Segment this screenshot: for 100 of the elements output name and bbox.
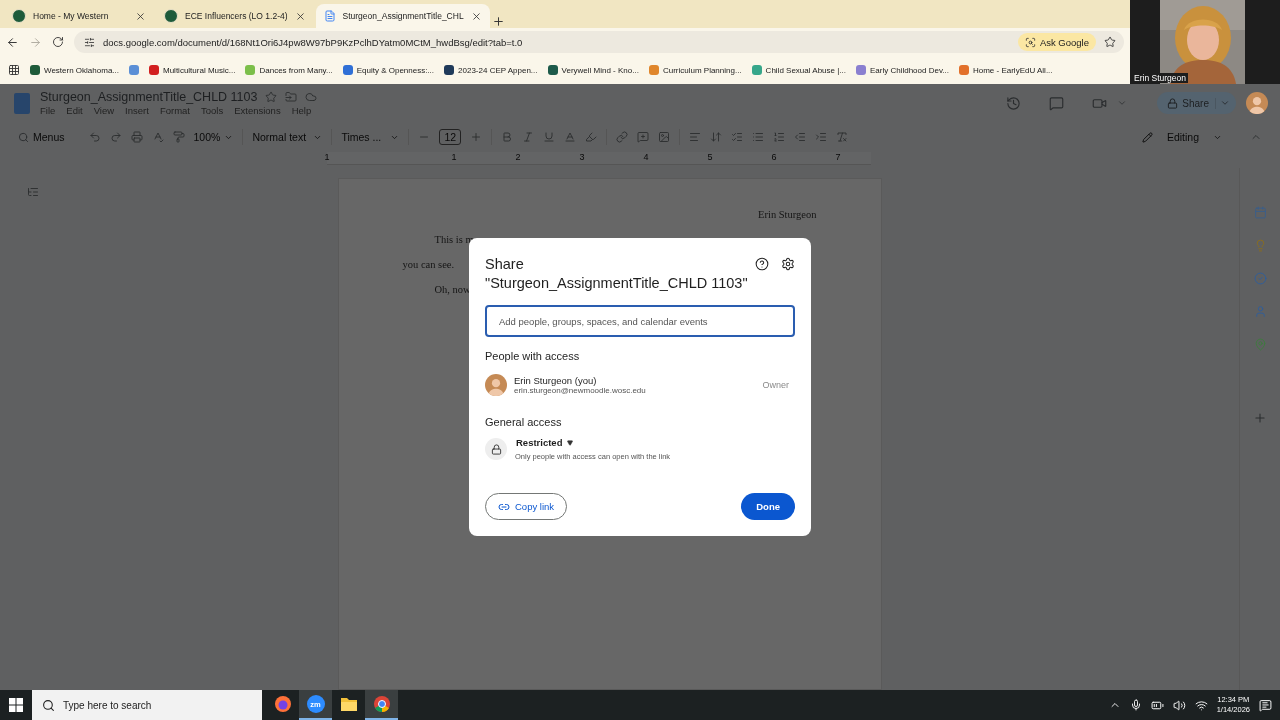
close-icon[interactable] <box>294 10 306 22</box>
ruler-number: 6 <box>771 152 777 163</box>
indent-increase-icon[interactable] <box>815 131 828 143</box>
image-icon[interactable] <box>658 131 671 143</box>
line-spacing-icon[interactable] <box>710 131 723 143</box>
network-icon[interactable] <box>1194 698 1208 712</box>
italic-icon[interactable] <box>522 131 535 143</box>
access-dropdown[interactable]: Restricted <box>516 437 671 448</box>
section-heading: General access <box>485 416 563 428</box>
bookmark[interactable]: Dances from Many... <box>245 65 333 75</box>
bookmark-label: Western Oklahoma... <box>44 65 119 75</box>
highlight-icon[interactable] <box>585 131 598 143</box>
caret-icon <box>567 439 574 446</box>
new-tab-icon[interactable] <box>491 15 505 28</box>
caret-icon[interactable] <box>1117 98 1128 108</box>
avatar <box>485 374 507 396</box>
bookmark[interactable]: Multicultural Music... <box>149 65 236 75</box>
ruler-number: 4 <box>643 152 649 163</box>
site-icon <box>164 9 178 23</box>
reload-icon[interactable] <box>52 36 64 48</box>
numbered-list-icon[interactable] <box>773 131 786 143</box>
document-text: you can see. <box>402 259 455 270</box>
help-icon[interactable] <box>755 257 769 271</box>
text-color-icon[interactable] <box>564 131 577 143</box>
align-icon[interactable] <box>689 131 702 143</box>
address-bar[interactable]: docs.google.com/document/d/168Nt1Ori6J4pw8W97bP9KzPclhDYatm0MCtM_hwdBsg/edit?tab=t.0 Ask Google <box>74 31 1124 53</box>
bookmark-label: Equity & Openness:... <box>356 65 435 75</box>
docs-logo <box>14 92 30 114</box>
microphone-icon[interactable] <box>1129 699 1142 711</box>
ruler-number: 7 <box>835 152 841 163</box>
ruler-number: 1 <box>451 152 457 163</box>
bookmark[interactable]: Equity & Openness:... <box>342 65 435 75</box>
lock-icon <box>1167 97 1179 109</box>
add-people-field[interactable]: Add people, groups, spaces, and calendar events <box>485 305 795 337</box>
taskbar-app[interactable] <box>365 690 398 720</box>
copy-link-button[interactable]: Copy link <box>485 493 568 520</box>
bookmark[interactable]: Verywell Mind - Kno... <box>547 65 639 75</box>
role-label: Owner <box>762 380 789 390</box>
bullet-list-icon[interactable] <box>752 131 765 143</box>
participant-name: Erin Sturgeon <box>1132 73 1188 83</box>
undo-icon[interactable] <box>88 131 101 143</box>
person-name: Erin Sturgeon (you) <box>514 375 598 386</box>
volume-icon[interactable] <box>1172 698 1186 712</box>
comment-icon[interactable] <box>1049 95 1065 111</box>
bookmark-star-icon[interactable] <box>1104 36 1116 48</box>
maps-icon[interactable] <box>1253 338 1267 351</box>
checklist-icon[interactable] <box>731 131 744 143</box>
ruler-number: 3 <box>579 152 585 163</box>
close-icon[interactable] <box>470 10 482 22</box>
document-icon <box>323 10 336 22</box>
caret-icon[interactable] <box>1220 98 1230 108</box>
search-icon <box>42 698 55 712</box>
ruler-number: 1 <box>324 152 330 163</box>
dialog-title: Share <box>485 255 525 274</box>
calendar-icon[interactable] <box>1253 206 1267 219</box>
bookmark-label: Verywell Mind - Kno... <box>561 65 639 75</box>
ruler-number: 2 <box>515 152 521 163</box>
lens-icon <box>1024 36 1036 48</box>
document-text: Oh, now <box>434 284 471 295</box>
bookmark-label: Multicultural Music... <box>163 65 236 75</box>
browser-tab[interactable]: Sturgeon_AssignmentTitle_CHL <box>315 4 490 28</box>
done-button[interactable]: Done <box>741 493 795 520</box>
avatar <box>1246 92 1268 114</box>
add-icon[interactable] <box>1253 411 1267 425</box>
clear-formatting-icon[interactable] <box>836 131 849 143</box>
history-icon[interactable] <box>1006 95 1022 111</box>
site-icon <box>12 9 26 23</box>
apps-icon[interactable] <box>8 64 20 76</box>
browser-tab[interactable]: Home - My Western <box>4 4 154 28</box>
underline-icon[interactable] <box>543 131 556 143</box>
star-icon[interactable] <box>265 91 278 103</box>
outline-icon[interactable] <box>27 186 39 198</box>
link-icon[interactable] <box>616 131 629 143</box>
browser-tab[interactable]: ECE Influencers (LO 1.2-4) <box>156 4 314 28</box>
document-text: Erin Sturgeon <box>758 209 817 220</box>
cloud-icon[interactable] <box>305 91 318 103</box>
document-name: "Sturgeon_AssignmentTitle_CHLD 1103" <box>485 274 748 293</box>
settings-icon[interactable] <box>781 257 795 271</box>
close-icon[interactable] <box>135 10 146 22</box>
notifications-icon[interactable] <box>1259 698 1272 712</box>
firefox-icon <box>273 695 292 713</box>
search-icon <box>18 131 29 143</box>
indent-decrease-icon[interactable] <box>794 131 807 143</box>
chrome-icon <box>372 695 391 713</box>
back-icon[interactable] <box>6 35 19 49</box>
increase-size-icon[interactable] <box>470 131 483 143</box>
person-email: erin.sturgeon@newmoodle.wosc.edu <box>514 386 647 395</box>
bookmark-icon[interactable] <box>129 65 139 75</box>
move-folder-icon[interactable] <box>285 91 298 103</box>
paint-format-icon[interactable] <box>172 131 185 143</box>
bookmark-label: Dances from Many... <box>259 65 333 75</box>
print-icon[interactable] <box>130 131 143 143</box>
pencil-icon <box>1142 131 1153 143</box>
site-settings-icon[interactable] <box>84 36 95 48</box>
add-comment-icon[interactable] <box>637 131 650 143</box>
ask-google-button[interactable]: Ask Google <box>1017 33 1096 51</box>
bookmark[interactable]: Western Oklahoma... <box>30 65 119 75</box>
bold-icon[interactable] <box>501 131 514 143</box>
redo-icon[interactable] <box>109 131 122 143</box>
taskbar-search[interactable]: Type here to search <box>32 690 262 720</box>
